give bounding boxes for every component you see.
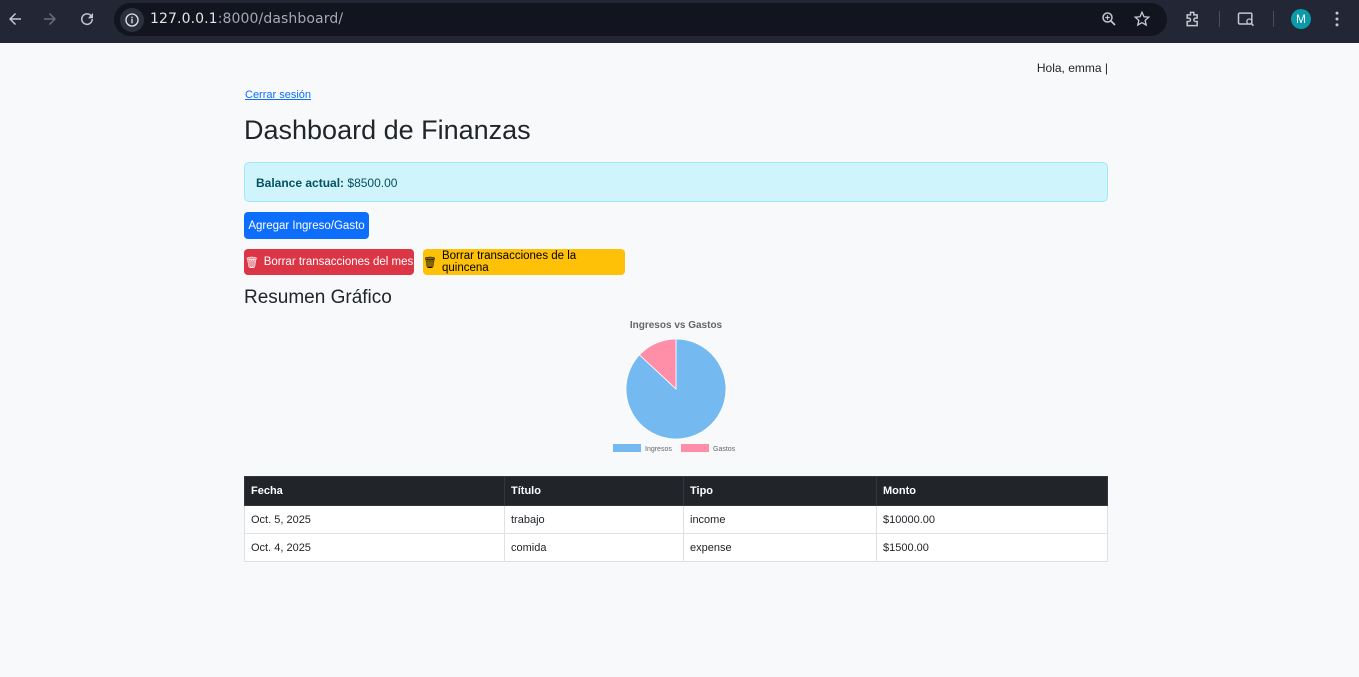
legend-label-gastos[interactable]: Gastos <box>713 446 736 453</box>
trash-icon: 🗑 <box>244 256 259 269</box>
column-header-tipo: Tipo <box>683 476 877 506</box>
legend-label-ingresos[interactable]: Ingresos <box>645 446 672 453</box>
extensions-icon[interactable] <box>1183 9 1205 31</box>
browser-toolbar: 127.0.0.1:8000/dashboard/ M <box>0 0 1359 43</box>
page-title: Dashboard de Finanzas <box>244 115 531 145</box>
add-transaction-label: Agregar Ingreso/Gasto <box>248 219 365 232</box>
address-bar[interactable]: 127.0.0.1:8000/dashboard/ <box>114 3 1167 36</box>
user-greeting: Hola, emma | <box>1036 61 1108 75</box>
cell-tipo: expense <box>683 533 877 562</box>
chart-legend: Ingresos Gastos <box>613 444 736 453</box>
cell-titulo: comida <box>504 533 684 562</box>
transactions-table: Fecha Título Tipo Monto Oct. 5, 2025 tra… <box>244 476 1108 562</box>
url-text[interactable]: 127.0.0.1:8000/dashboard/ <box>150 11 343 27</box>
url-path: :8000/dashboard/ <box>217 11 344 27</box>
bookmark-star-icon[interactable] <box>1133 10 1153 30</box>
menu-kebab-icon[interactable] <box>1327 9 1349 31</box>
chart-title: Ingresos vs Gastos <box>630 320 723 331</box>
site-info-icon[interactable] <box>120 8 144 32</box>
table-row: Oct. 4, 2025 comida expense $1500.00 <box>244 533 1108 562</box>
column-header-fecha: Fecha <box>244 476 505 506</box>
logout-link[interactable]: Cerrar sesión <box>245 89 311 101</box>
table-header-row: Fecha Título Tipo Monto <box>244 476 1108 506</box>
reload-icon[interactable] <box>75 7 99 31</box>
column-header-titulo: Título <box>504 476 684 506</box>
legend-swatch-gastos[interactable] <box>681 444 709 452</box>
pie-slices <box>625 338 727 440</box>
balance-value: $8500.00 <box>347 176 398 190</box>
add-transaction-button[interactable]: Agregar Ingreso/Gasto <box>244 212 369 239</box>
balance-label: Balance actual: <box>256 176 345 190</box>
cell-fecha: Oct. 5, 2025 <box>244 505 505 534</box>
table-row: Oct. 5, 2025 trabajo income $10000.00 <box>244 505 1108 534</box>
zoom-icon[interactable] <box>1100 10 1120 30</box>
cell-monto: $10000.00 <box>876 505 1108 534</box>
toolbar-divider <box>1219 11 1220 27</box>
url-host: 127.0.0.1 <box>150 11 218 27</box>
cell-fecha: Oct. 4, 2025 <box>244 533 505 562</box>
delete-fortnight-label: Borrar transacciones de la quincena <box>441 250 577 274</box>
cell-monto: $1500.00 <box>876 533 1108 562</box>
forward-icon[interactable] <box>38 7 62 31</box>
cell-titulo: trabajo <box>504 505 684 534</box>
delete-fortnight-button[interactable]: 🗑 Borrar transacciones de la quincena <box>423 249 625 275</box>
tab-search-icon[interactable] <box>1236 9 1258 31</box>
trash-icon: 🗑 <box>423 256 437 269</box>
delete-month-button[interactable]: 🗑 Borrar transacciones del mes <box>244 249 414 275</box>
summary-title: Resumen Gráfico <box>244 287 392 308</box>
back-icon[interactable] <box>3 7 27 31</box>
income-expense-pie-chart: Ingresos vs Gastos Ingresos Gastos <box>613 320 736 453</box>
column-header-monto: Monto <box>876 476 1108 506</box>
delete-month-label: Borrar transacciones del mes <box>263 256 414 268</box>
cell-tipo: income <box>683 505 877 534</box>
balance-alert: Balance actual: $8500.00 <box>244 162 1108 202</box>
profile-avatar[interactable]: M <box>1291 9 1311 29</box>
legend-swatch-ingresos[interactable] <box>613 444 641 452</box>
toolbar-divider <box>1273 11 1274 27</box>
